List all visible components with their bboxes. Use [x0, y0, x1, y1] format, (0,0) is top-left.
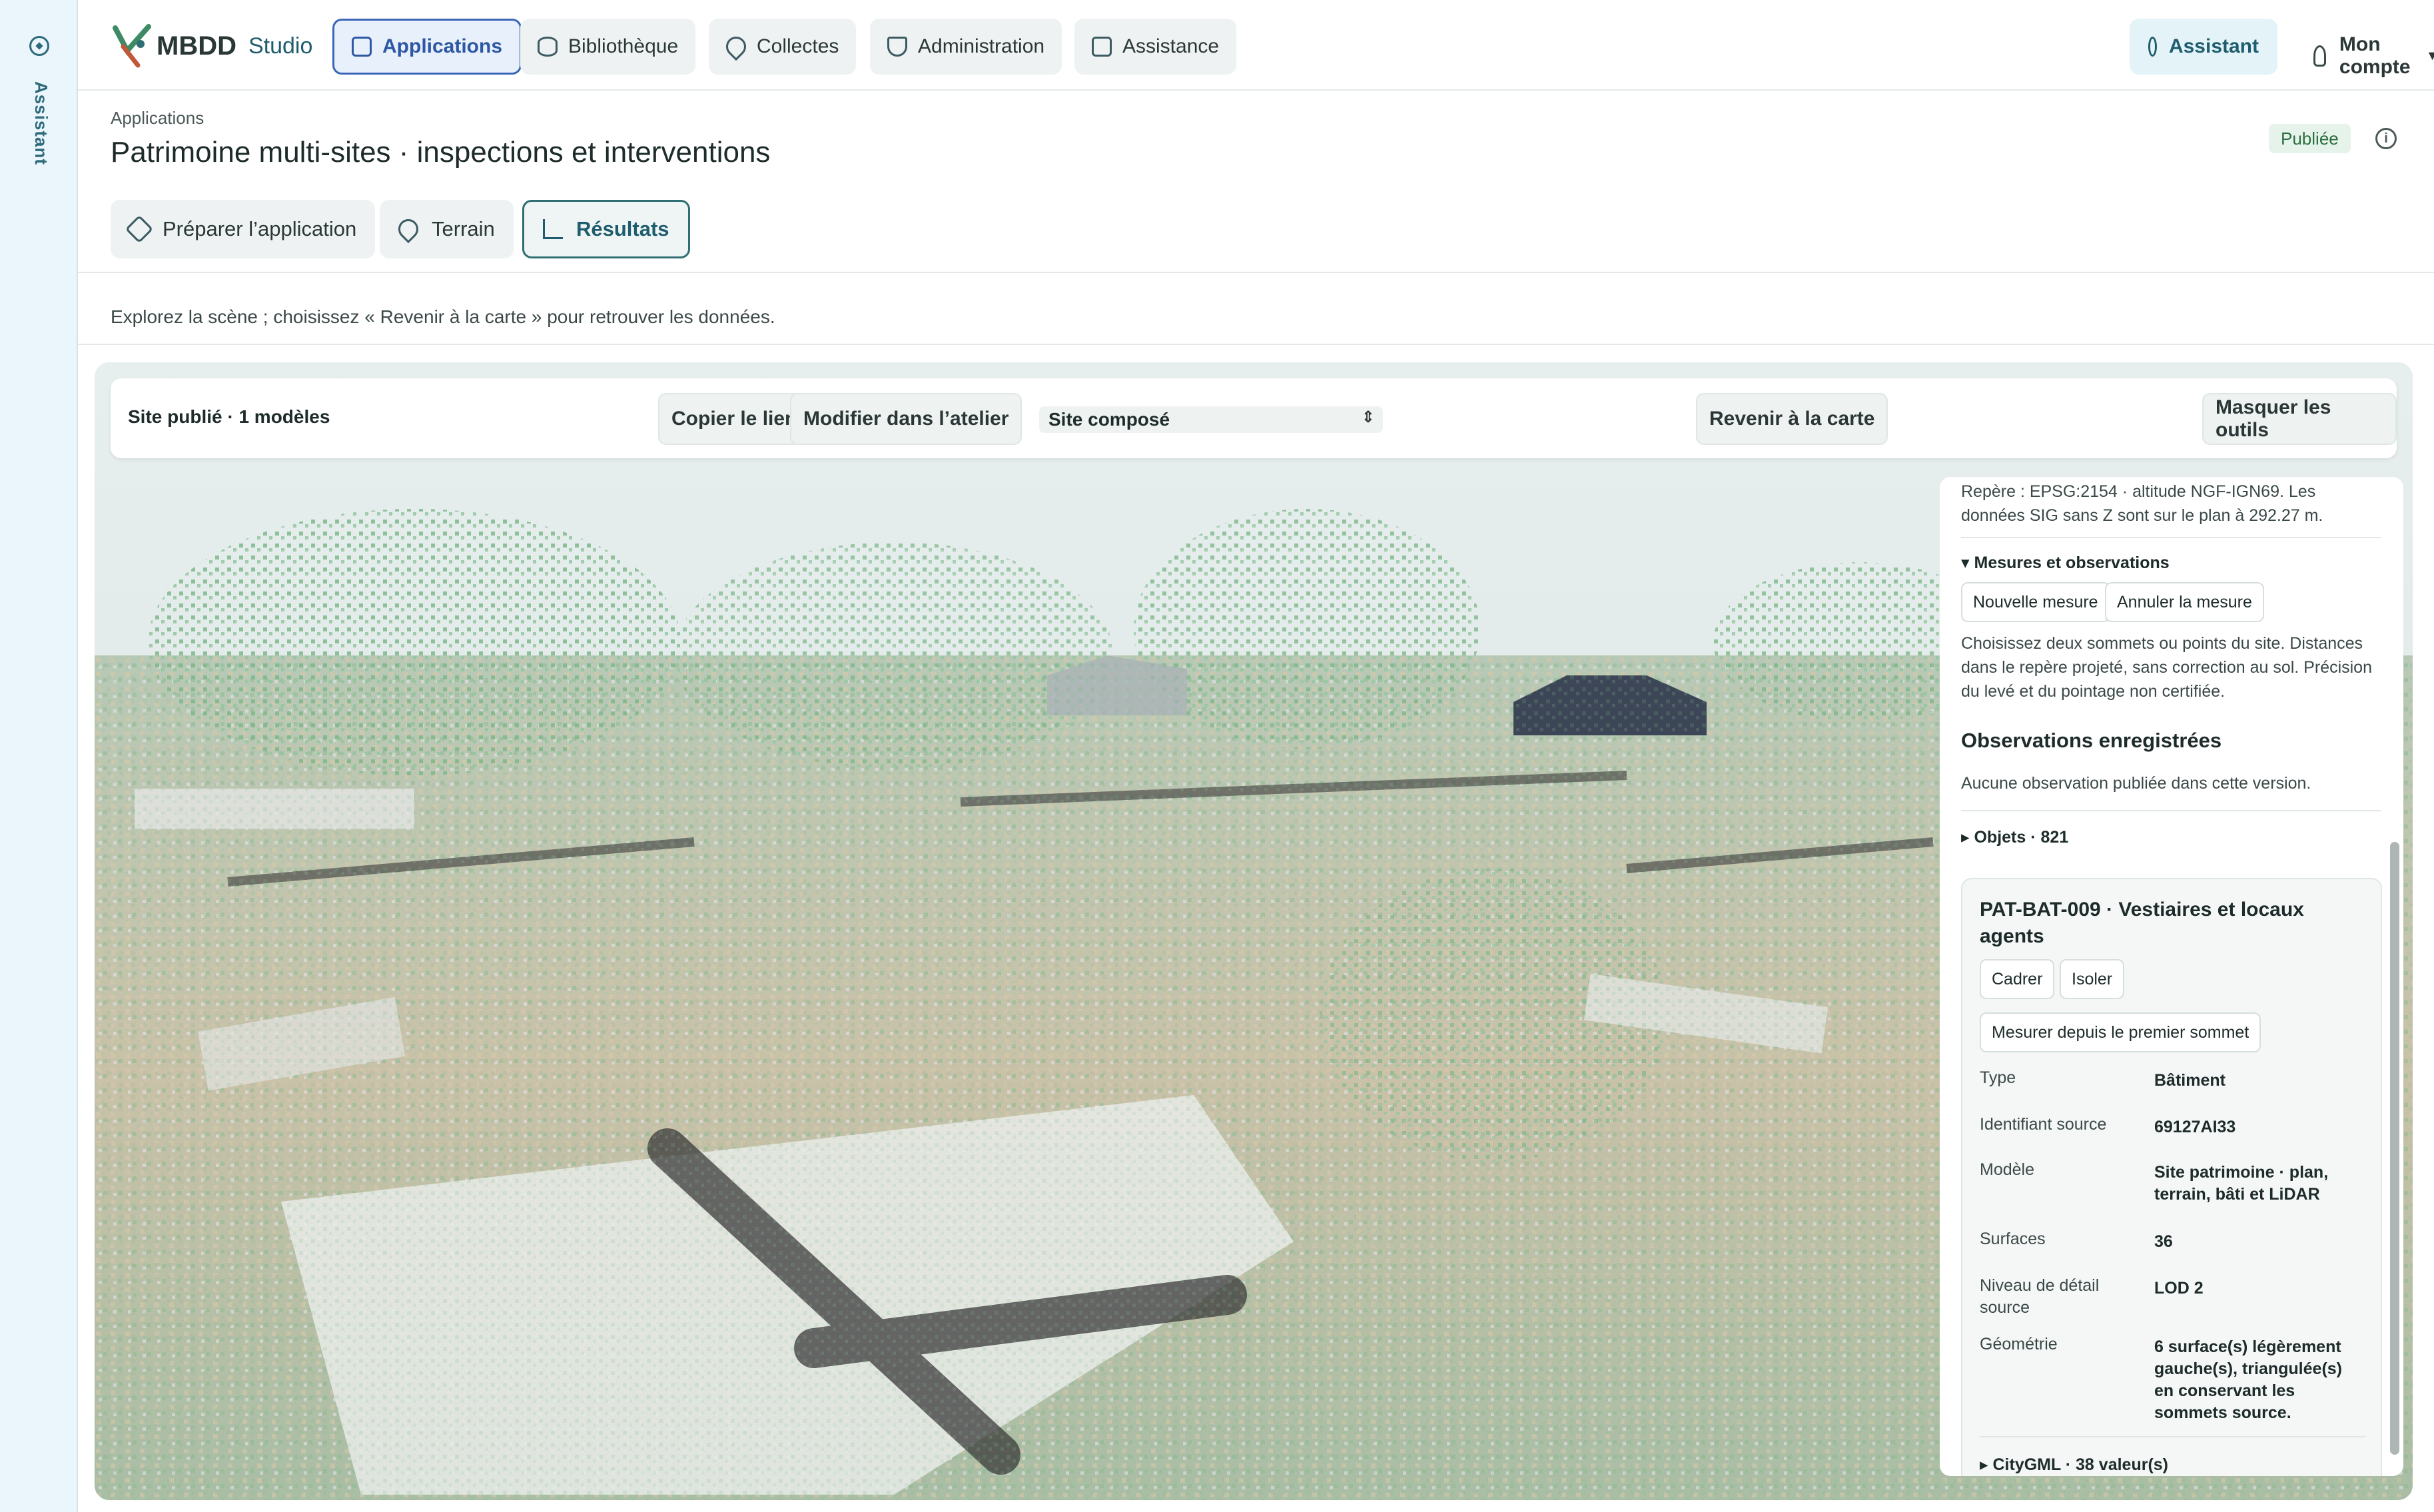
subtab-label: Préparer l’application	[163, 217, 357, 240]
attr-label: Modèle	[1980, 1160, 2034, 1179]
logo-mark-icon	[111, 24, 153, 68]
assistant-rail[interactable]: Assistant	[0, 0, 78, 1512]
breadcrumb[interactable]: Applications	[111, 108, 204, 129]
nav-tab-label: Collectes	[757, 35, 839, 57]
chevron-down-icon: ▼	[2425, 48, 2434, 63]
info-icon[interactable]: i	[2375, 128, 2397, 149]
attr-label: Identifiant source	[1980, 1115, 2107, 1134]
compass-icon[interactable]	[29, 36, 49, 56]
nav-tab-label: Bibliothèque	[568, 35, 679, 57]
pin-icon	[394, 214, 423, 244]
compass-icon	[2148, 37, 2157, 57]
grid-icon	[352, 37, 372, 57]
layers-icon	[125, 214, 154, 244]
observations-heading: Observations enregistrées	[1961, 729, 2222, 752]
attr-label: Type	[1980, 1068, 2016, 1087]
attr-value: 69127AI33	[2154, 1118, 2236, 1136]
subtab-label: Terrain	[432, 217, 495, 240]
copy-link-button[interactable]: Copier le lien	[658, 393, 811, 445]
attr-value: Bâtiment	[2154, 1071, 2226, 1090]
attr-value: Site patrimoine · plan, terrain, bâti et…	[2154, 1163, 2329, 1204]
nav-tab-collectes[interactable]: Collectes	[709, 19, 857, 75]
nav-tab-bibliotheque[interactable]: Bibliothèque	[520, 19, 696, 75]
site-label: Site publié · 1 modèles	[128, 406, 330, 427]
object-card: PAT-BAT-009 · Vestiaires et locaux agent…	[1961, 878, 2382, 1476]
attr-label: Géométrie	[1980, 1335, 2058, 1353]
scene-select[interactable]: Site composé ⇕	[1039, 406, 1383, 433]
subtab-label: Résultats	[576, 217, 669, 240]
nav-tab-administration[interactable]: Administration	[870, 19, 1062, 75]
divider	[78, 344, 2434, 345]
scene-hint: Explorez la scène ; choisissez « Revenir…	[111, 306, 775, 327]
database-icon	[538, 37, 558, 57]
cancel-measure-button[interactable]: Annuler la mesure	[2105, 582, 2264, 622]
pin-icon	[721, 32, 751, 61]
edit-workshop-button[interactable]: Modifier dans l’atelier	[790, 393, 1022, 445]
viewer-toolbar: Site publié · 1 modèles Copier le lien M…	[111, 378, 2397, 458]
divider	[78, 272, 2434, 273]
attr-label: Niveau de détail source	[1980, 1276, 2100, 1317]
nav-tab-assistance[interactable]: Assistance	[1074, 19, 1237, 75]
objects-section-toggle[interactable]: ▸ Objets · 821	[1961, 827, 2068, 847]
tab-terrain[interactable]: Terrain	[380, 200, 514, 258]
nav-tab-applications[interactable]: Applications	[332, 19, 522, 75]
shield-icon	[887, 37, 907, 57]
panel-scrollbar[interactable]	[2390, 842, 2399, 1455]
citygml-section-toggle[interactable]: ▸ CityGML · 38 valeur(s)	[1980, 1455, 2168, 1475]
observations-empty: Aucune observation publiée dans cette ve…	[1961, 774, 2311, 793]
measure-from-vertex-button[interactable]: Mesurer depuis le premier sommet	[1980, 1012, 2261, 1052]
tab-resultats[interactable]: Résultats	[522, 200, 690, 258]
reference-text: Repère : EPSG:2154 · altitude NGF-IGN69.…	[1961, 482, 2323, 525]
brand-product: Studio	[248, 33, 313, 59]
nav-tab-label: Administration	[918, 35, 1045, 57]
rail-assistant-label[interactable]: Assistant	[31, 81, 51, 165]
chevron-updown-icon: ⇕	[1361, 408, 1375, 426]
account-menu[interactable]: Mon compte ▼	[2313, 33, 2434, 79]
assistant-button-label: Assistant	[2168, 35, 2259, 57]
attr-value: 36	[2154, 1232, 2173, 1251]
status-badge: Publiée	[2269, 124, 2351, 153]
user-icon	[2313, 45, 2326, 67]
attr-label: Surfaces	[1980, 1230, 2046, 1248]
scene-tools-panel[interactable]: Repère : EPSG:2154 · altitude NGF-IGN69.…	[1940, 477, 2403, 1476]
divider	[1961, 810, 2381, 811]
tab-preparer[interactable]: Préparer l’application	[111, 200, 376, 258]
nav-tab-label: Applications	[382, 35, 503, 57]
hide-tools-button[interactable]: Masquer les outils	[2202, 393, 2397, 445]
page-title: Patrimoine multi-sites · inspections et …	[111, 136, 771, 169]
attr-value: LOD 2	[2154, 1279, 2204, 1298]
brand-logo[interactable]: MBDD Studio	[111, 24, 312, 68]
frame-button[interactable]: Cadrer	[1980, 959, 2055, 999]
new-measure-button[interactable]: Nouvelle mesure	[1961, 582, 2110, 622]
scene-viewer[interactable]: Site publié · 1 modèles Copier le lien M…	[95, 362, 2413, 1500]
object-title: PAT-BAT-009 · Vestiaires et locaux agent…	[1980, 899, 2304, 947]
attr-value: 6 surface(s) légèrement gauche(s), trian…	[2154, 1337, 2342, 1422]
bar-chart-icon	[543, 219, 563, 239]
message-icon	[1092, 37, 1112, 57]
assistant-button[interactable]: Assistant	[2130, 19, 2277, 75]
divider	[1980, 1436, 2366, 1437]
account-label: Mon compte	[2339, 33, 2411, 78]
scene-select-value: Site composé	[1048, 409, 1170, 430]
isolate-button[interactable]: Isoler	[2060, 959, 2125, 999]
back-to-map-button[interactable]: Revenir à la carte	[1696, 393, 1888, 445]
brand-name: MBDD	[157, 31, 236, 61]
measures-hint: Choisissez deux sommets ou points du sit…	[1961, 634, 2372, 701]
top-navigation: MBDD Studio Applications Bibliothèque Co…	[78, 0, 2434, 91]
divider	[1961, 537, 2381, 538]
nav-tab-label: Assistance	[1122, 35, 1220, 57]
measures-section-toggle[interactable]: ▾ Mesures et observations	[1961, 553, 2170, 573]
